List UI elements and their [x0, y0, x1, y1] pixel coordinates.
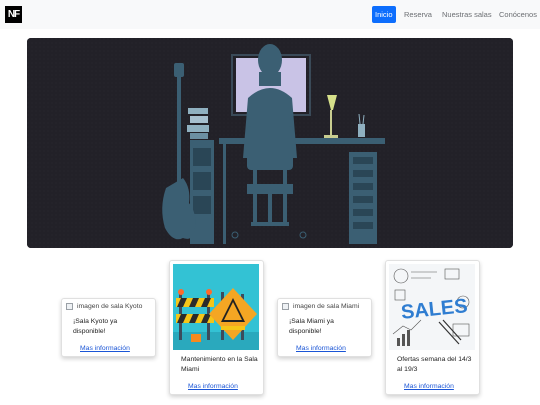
- card-text: ¡Sala Kyoto ya disponible!: [73, 318, 118, 335]
- sales-image: SALES: [389, 264, 475, 350]
- image-alt-text: imagen de sala Miami: [293, 303, 360, 310]
- nav-link-conocenos[interactable]: Conócenos: [496, 6, 540, 23]
- hero-illustration: [27, 38, 513, 248]
- brand-logo[interactable]: NF: [5, 6, 22, 23]
- broken-image-icon: [282, 303, 289, 310]
- nav-link-inicio[interactable]: Inicio: [372, 6, 396, 23]
- broken-image-icon: [66, 303, 73, 310]
- card-sala-kyoto: imagen de sala Kyoto ¡Sala Kyoto ya disp…: [61, 298, 156, 357]
- maintenance-image: [173, 264, 259, 350]
- mas-informacion-link[interactable]: Mas información: [80, 345, 130, 352]
- mas-informacion-link[interactable]: Mas información: [188, 383, 238, 390]
- card-text: Mantenimiento en la Sala Miami: [181, 356, 258, 373]
- card-sala-miami: imagen de sala Miami ¡Sala Miami ya disp…: [277, 298, 372, 357]
- mas-informacion-link[interactable]: Mas información: [404, 383, 454, 390]
- navbar: NF Inicio Reserva Nuestras salas Conócen…: [0, 0, 540, 29]
- card-text: Ofertas semana del 14/3 al 19/3: [397, 356, 472, 373]
- card-text: ¡Sala Miami ya disponible!: [289, 318, 334, 335]
- mas-informacion-link[interactable]: Mas información: [296, 345, 346, 352]
- image-alt-text: imagen de sala Kyoto: [77, 303, 143, 310]
- nav-link-reserva[interactable]: Reserva: [401, 6, 435, 23]
- sales-image-text: SALES: [400, 295, 469, 324]
- card-ofertas: SALES Ofertas semana del 14/3 al 19/3 Ma…: [385, 260, 480, 395]
- card-mantenimiento: Mantenimiento en la Sala Miami Mas infor…: [169, 260, 264, 395]
- hero-banner: [27, 38, 513, 248]
- nav-link-nuestras-salas[interactable]: Nuestras salas: [439, 6, 495, 23]
